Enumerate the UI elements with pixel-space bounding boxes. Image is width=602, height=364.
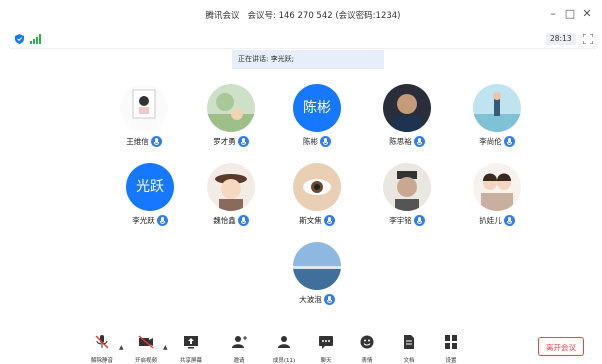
members-button[interactable]: 成员(11) [266,330,302,364]
participant-avatar [383,84,431,132]
participant-avatar: 光跃 [126,163,174,211]
participant-tile[interactable]: 斯文焦 [272,163,362,233]
participant-avatar [473,84,521,132]
participant-name: 魏怡鑫 [213,216,236,225]
participant-avatar: 陈彬 [293,84,341,132]
participant-avatar [207,84,255,132]
meeting-id-label: 会议号: [247,11,276,21]
video-options-chevron-icon[interactable]: ▲ [163,344,168,351]
participant-name: 罗才勇 [213,137,236,146]
share-screen-icon [184,336,198,349]
emoji-button[interactable]: 表情 [349,330,385,364]
emoji-icon [360,335,374,349]
window-title: 腾讯会议 会议号: 146 270 542 (会议密码:1234) [10,9,596,21]
participant-tile[interactable]: 陈彬 陈彬 [272,84,362,154]
mic-icon [237,214,249,226]
participant-avatar [473,163,521,211]
participant-name: 李宇铭 [389,216,412,225]
participant-tile[interactable]: 光跃 李光跃 [105,163,195,233]
mic-icon [150,135,162,147]
mic-icon [323,293,335,305]
share-screen-button[interactable]: 共享屏幕 [173,330,209,364]
mic-icon [237,135,249,147]
participant-name: 陈彬 [303,137,318,146]
status-bar: 28:13 [10,30,596,49]
video-button[interactable]: 开启视频 [128,330,164,364]
shield-icon[interactable] [15,34,24,44]
participant-tile[interactable]: 王维信 [99,84,189,154]
mic-icon [320,135,331,147]
maximize-button[interactable]: □ [563,7,577,21]
participant-name: 李光跃 [132,216,155,225]
participant-avatar [120,84,168,132]
video-off-icon [138,335,154,349]
fullscreen-icon[interactable] [583,34,593,44]
participant-tile[interactable]: 罗才勇 [186,84,276,154]
chat-icon [319,336,333,349]
meeting-timer: 28:13 [546,33,576,45]
leave-meeting-button[interactable]: 离开会议 [538,337,584,356]
mute-button[interactable]: 解除静音 [84,330,120,364]
meeting-window: 腾讯会议 会议号: 146 270 542 (会议密码:1234) – □ ✕ 2… [10,0,596,364]
speaking-indicator: 正在讲话: 李光跃; [232,50,384,69]
participant-avatar [207,163,255,211]
close-button[interactable]: ✕ [580,7,594,21]
mic-icon [413,214,425,226]
participant-name: 斯文焦 [299,216,322,225]
docs-button[interactable]: 文档 [391,330,427,364]
mute-options-chevron-icon[interactable]: ▲ [119,344,124,351]
chat-button[interactable]: 聊天 [308,330,344,364]
participant-avatar [293,242,341,290]
participant-avatar [293,163,341,211]
invite-button[interactable]: 邀请 [221,330,257,364]
mic-icon [503,135,515,147]
participant-tile[interactable]: 陈思裕 [362,84,452,154]
participant-name: 王维信 [126,137,149,146]
participant-tile[interactable]: 魏怡鑫 [186,163,276,233]
participant-name: 扒娃儿 [479,216,502,225]
title-bar: 腾讯会议 会议号: 146 270 542 (会议密码:1234) – □ ✕ [10,0,596,30]
meeting-id: 146 270 542 [278,11,333,21]
mic-icon [413,135,425,147]
participant-tile[interactable]: 李尚伦 [452,84,542,154]
signal-icon[interactable] [30,34,41,44]
invite-icon [232,336,247,348]
meeting-toolbar: 解除静音 ▲ 开启视频 ▲ 共享屏幕 邀请 成员(11) 聊天 表情 文档 设置 [10,330,596,364]
members-icon [278,336,290,348]
document-icon [404,335,414,349]
participant-name: 李尚伦 [479,137,502,146]
app-name: 腾讯会议 [205,11,240,21]
participant-tile[interactable]: 大波泡 [272,242,362,312]
participant-name: 陈思裕 [389,137,412,146]
mic-icon [503,214,515,226]
mic-muted-icon [95,335,109,349]
mic-icon [156,214,168,226]
meeting-password: (会议密码:1234) [335,11,401,21]
minimize-button[interactable]: – [546,7,560,21]
participant-tile[interactable]: 李宇铭 [362,163,452,233]
settings-button[interactable]: 设置 [433,330,469,364]
participant-tile[interactable]: 扒娃儿 [452,163,542,233]
participant-name: 大波泡 [299,295,322,304]
mic-icon [323,214,335,226]
settings-grid-icon [445,335,457,349]
participant-avatar [383,163,431,211]
